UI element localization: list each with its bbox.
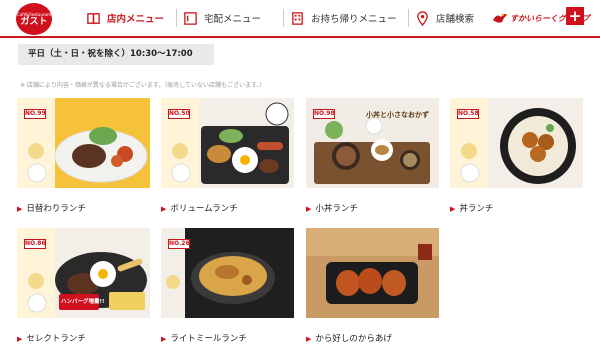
dish-photo: NO.99: [17, 98, 150, 188]
menu-card-bowl-lunch[interactable]: NO.58 ▶ 丼ランチ: [450, 98, 583, 214]
menu-number-badge: NO.50: [168, 109, 190, 119]
dish-photo: NO.98 小丼と小さなおかず: [306, 98, 439, 188]
menu-list-icon: [184, 11, 197, 25]
arrow-right-icon: ▶: [306, 335, 312, 343]
menu-card-title: 小丼ランチ: [315, 204, 358, 214]
menu-number-badge: NO.98: [313, 109, 335, 119]
disclaimer-note: ※ 店舗により内容・価格が異なる場合がございます。（販売していない店舗もございま…: [20, 82, 266, 89]
nav-takeout-menu[interactable]: お持ち帰りメニュー: [284, 0, 408, 36]
menu-card-title: セレクトランチ: [26, 334, 86, 344]
building-icon: [292, 11, 303, 25]
expand-button[interactable]: +: [566, 7, 584, 25]
menu-card-light-meal-lunch[interactable]: NO.26 ▶ ライトミールランチ: [161, 228, 294, 344]
menu-card-title: ボリュームランチ: [170, 204, 238, 214]
menu-card-label[interactable]: ▶ 日替わりランチ: [17, 202, 86, 214]
menu-card-daily-lunch[interactable]: NO.99 ▶ 日替わりランチ: [17, 98, 150, 214]
menu-card-label[interactable]: ▶ ボリュームランチ: [161, 202, 238, 214]
menu-card-title: 丼ランチ: [459, 204, 494, 214]
menu-number-badge: NO.99: [24, 109, 46, 119]
nav-label: お持ち帰りメニュー: [311, 14, 397, 25]
dish-photo: NO.86 ハンバーグ増量!!: [17, 228, 150, 318]
nav-label: 店舗検索: [436, 14, 475, 25]
site-header: Café&Restaurant ガスト 店内メニュー 宅配メニュー お持ち帰りメ…: [0, 0, 600, 38]
menu-card-label[interactable]: ▶ 小丼ランチ: [306, 202, 358, 214]
dish-photo: NO.50: [161, 98, 294, 188]
nav-store-search[interactable]: 店舗検索: [409, 0, 493, 36]
menu-card-label[interactable]: ▶ 丼ランチ: [450, 202, 493, 214]
menu-number-badge: NO.58: [457, 109, 479, 119]
gusto-logo[interactable]: Café&Restaurant ガスト: [16, 3, 52, 35]
menu-card-label[interactable]: ▶ から好しのからあげ: [306, 332, 392, 344]
dish-photo: NO.58: [450, 98, 583, 188]
skylark-bird-icon: [493, 13, 507, 23]
lunch-hours: 平日（土・日・祝を除く）10:30〜17:00: [18, 44, 214, 65]
book-icon: [87, 12, 100, 24]
arrow-right-icon: ▶: [17, 205, 23, 213]
nav-label: 宅配メニュー: [204, 14, 262, 25]
arrow-right-icon: ▶: [161, 335, 167, 343]
arrow-right-icon: ▶: [17, 335, 23, 343]
menu-card-volume-lunch[interactable]: NO.50 ▶ ボリュームランチ: [161, 98, 294, 214]
menu-card-karayoshi-karaage[interactable]: ▶ から好しのからあげ: [306, 228, 439, 344]
menu-card-label[interactable]: ▶ セレクトランチ: [17, 332, 86, 344]
arrow-right-icon: ▶: [161, 205, 167, 213]
logo-title: ガスト: [20, 16, 48, 27]
menu-card-title: 日替わりランチ: [26, 204, 86, 214]
menu-card-small-bowl-lunch[interactable]: NO.98 小丼と小さなおかず ▶ 小丼ランチ: [306, 98, 439, 214]
menu-card-select-lunch[interactable]: NO.86 ハンバーグ増量!! ▶ セレクトランチ: [17, 228, 150, 344]
menu-number-badge: NO.26: [168, 239, 190, 249]
photo-caption: ハンバーグ増量!!: [61, 299, 105, 305]
nav-label: 店内メニュー: [107, 14, 165, 25]
nav-delivery-menu[interactable]: 宅配メニュー: [177, 0, 283, 36]
photo-caption: 小丼と小さなおかず: [366, 111, 429, 119]
dish-photo: [306, 228, 439, 318]
menu-number-badge: NO.86: [24, 239, 46, 249]
menu-card-label[interactable]: ▶ ライトミールランチ: [161, 332, 247, 344]
menu-card-title: から好しのからあげ: [315, 334, 392, 344]
map-pin-icon: [417, 10, 428, 26]
main-nav: 店内メニュー 宅配メニュー お持ち帰りメニュー 店舗検索: [80, 0, 493, 36]
arrow-right-icon: ▶: [450, 205, 456, 213]
nav-dine-in-menu[interactable]: 店内メニュー: [80, 0, 176, 36]
dish-photo: NO.26: [161, 228, 294, 318]
menu-card-title: ライトミールランチ: [170, 334, 247, 344]
arrow-right-icon: ▶: [306, 205, 312, 213]
